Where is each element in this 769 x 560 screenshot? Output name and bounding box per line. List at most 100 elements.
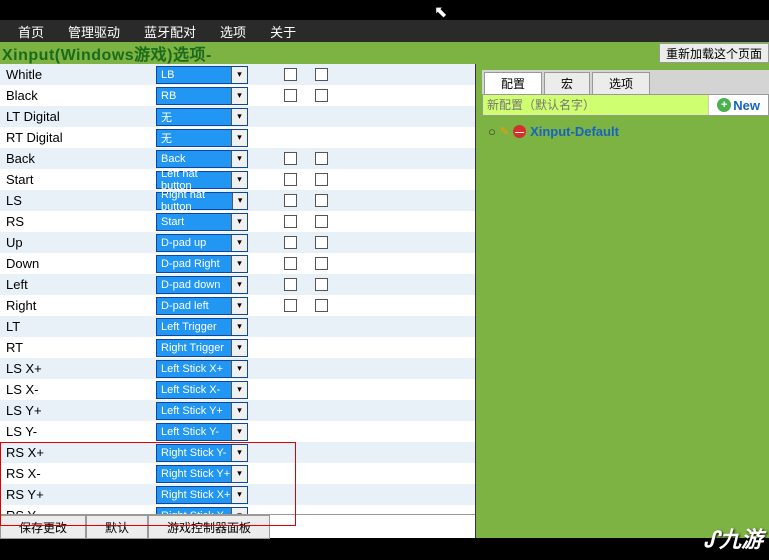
mapping-row: StartLeft hat button▾ (0, 169, 475, 190)
chevron-down-icon: ▾ (231, 382, 247, 398)
mapping-select[interactable]: LB▾ (156, 66, 248, 84)
checkbox[interactable] (284, 194, 297, 207)
mapping-label: LT (0, 319, 156, 334)
chevron-down-icon: ▾ (231, 214, 247, 230)
chevron-down-icon: ▾ (231, 172, 247, 188)
mapping-select[interactable]: Right Stick Y+▾ (156, 465, 248, 483)
menu-about[interactable]: 关于 (258, 22, 308, 41)
checkbox[interactable] (315, 299, 328, 312)
mapping-select[interactable]: Left Stick X-▾ (156, 381, 248, 399)
config-list-item[interactable]: ○ ✎ — Xinput-Default (488, 124, 763, 139)
new-config-button[interactable]: + New (708, 95, 768, 115)
mapping-row: LS X-Left Stick X-▾ (0, 379, 475, 400)
menubar: 首页 管理驱动 蓝牙配对 选项 关于 (0, 20, 769, 42)
mapping-row: RS X-Right Stick Y+▾ (0, 463, 475, 484)
menu-home[interactable]: 首页 (6, 22, 56, 41)
mapping-select[interactable]: Left Stick Y-▾ (156, 423, 248, 441)
tab-macro[interactable]: 宏 (544, 72, 590, 94)
config-name-input[interactable] (483, 95, 708, 115)
plus-icon: + (717, 98, 731, 112)
config-panel: 配置 宏 选项 + New ○ ✎ — Xinput-Default (476, 64, 769, 538)
tab-config[interactable]: 配置 (484, 72, 542, 94)
mapping-label: RS Y+ (0, 487, 156, 502)
chevron-down-icon: ▾ (231, 445, 247, 461)
mapping-select[interactable]: 无▾ (156, 108, 248, 126)
mapping-select[interactable]: RB▾ (156, 87, 248, 105)
mapping-select[interactable]: Back▾ (156, 150, 248, 168)
checkbox[interactable] (315, 68, 328, 81)
mapping-label: RS (0, 214, 156, 229)
config-name: Xinput-Default (530, 124, 619, 139)
mapping-select[interactable]: Start▾ (156, 213, 248, 231)
mapping-select[interactable]: D-pad up▾ (156, 234, 248, 252)
menu-bluetooth[interactable]: 蓝牙配对 (132, 22, 208, 41)
checkbox[interactable] (315, 194, 328, 207)
mapping-panel: WhitleLB▾BlackRB▾LT Digital无▾RT Digital无… (0, 64, 476, 538)
checkbox[interactable] (284, 236, 297, 249)
menu-drivers[interactable]: 管理驱动 (56, 22, 132, 41)
mapping-select[interactable]: D-pad down▾ (156, 276, 248, 294)
mapping-label: Black (0, 88, 156, 103)
chevron-down-icon: ▾ (232, 193, 247, 209)
checkbox[interactable] (284, 68, 297, 81)
mapping-select[interactable]: Left Stick X+▾ (156, 360, 248, 378)
mapping-row: RightD-pad left▾ (0, 295, 475, 316)
chevron-down-icon: ▾ (231, 298, 247, 314)
mapping-select[interactable]: Right Stick X+▾ (156, 486, 248, 504)
mapping-select[interactable]: Right Stick Y-▾ (156, 444, 248, 462)
checkbox[interactable] (284, 299, 297, 312)
mapping-select[interactable]: Left Trigger▾ (156, 318, 248, 336)
checkbox[interactable] (315, 152, 328, 165)
checkbox[interactable] (284, 89, 297, 102)
mapping-label: Up (0, 235, 156, 250)
page-title: Xinput(Windows游戏)选项- (0, 41, 212, 65)
tab-options[interactable]: 选项 (592, 72, 650, 94)
save-button[interactable]: 保存更改 (0, 515, 86, 539)
mapping-row: BlackRB▾ (0, 85, 475, 106)
mapping-row: LTLeft Trigger▾ (0, 316, 475, 337)
checkbox[interactable] (284, 278, 297, 291)
edit-icon[interactable]: ✎ (500, 125, 509, 138)
delete-icon[interactable]: — (513, 125, 526, 138)
mapping-row: DownD-pad Right▾ (0, 253, 475, 274)
mapping-select[interactable]: Right Stick X-▾ (156, 507, 248, 515)
mapping-select[interactable]: Left hat button▾ (156, 171, 248, 189)
reload-button[interactable]: 重新加载这个页面 (659, 43, 769, 63)
checkbox[interactable] (315, 278, 328, 291)
chevron-down-icon: ▾ (231, 235, 247, 251)
mapping-row: LSRight hat button▾ (0, 190, 475, 211)
mapping-row: LS Y-Left Stick Y-▾ (0, 421, 475, 442)
chevron-down-icon: ▾ (231, 277, 247, 293)
mapping-label: LS Y- (0, 424, 156, 439)
mapping-label: Down (0, 256, 156, 271)
mapping-row: RS X+Right Stick Y-▾ (0, 442, 475, 463)
checkbox[interactable] (315, 257, 328, 270)
default-button[interactable]: 默认 (86, 515, 148, 539)
mapping-select[interactable]: Right Trigger▾ (156, 339, 248, 357)
checkbox[interactable] (315, 173, 328, 186)
mapping-label: LS Y+ (0, 403, 156, 418)
chevron-down-icon: ▾ (231, 424, 247, 440)
mapping-label: Back (0, 151, 156, 166)
mapping-label: Whitle (0, 67, 156, 82)
mapping-select[interactable]: D-pad left▾ (156, 297, 248, 315)
checkbox[interactable] (284, 215, 297, 228)
mapping-select[interactable]: Right hat button▾ (156, 192, 248, 210)
mapping-select[interactable]: D-pad Right▾ (156, 255, 248, 273)
menu-options[interactable]: 选项 (208, 22, 258, 41)
mapping-select[interactable]: Left Stick Y+▾ (156, 402, 248, 420)
mapping-row: RS Y+Right Stick X+▾ (0, 484, 475, 505)
mapping-row: LS X+Left Stick X+▾ (0, 358, 475, 379)
checkbox[interactable] (284, 173, 297, 186)
mapping-select[interactable]: 无▾ (156, 129, 248, 147)
mapping-label: LS X+ (0, 361, 156, 376)
mapping-label: RS X- (0, 466, 156, 481)
checkbox[interactable] (315, 236, 328, 249)
controller-panel-button[interactable]: 游戏控制器面板 (148, 515, 270, 539)
checkbox[interactable] (315, 89, 328, 102)
checkbox[interactable] (315, 215, 328, 228)
checkbox[interactable] (284, 257, 297, 270)
chevron-down-icon: ▾ (231, 319, 247, 335)
checkbox[interactable] (284, 152, 297, 165)
mapping-row: LS Y+Left Stick Y+▾ (0, 400, 475, 421)
